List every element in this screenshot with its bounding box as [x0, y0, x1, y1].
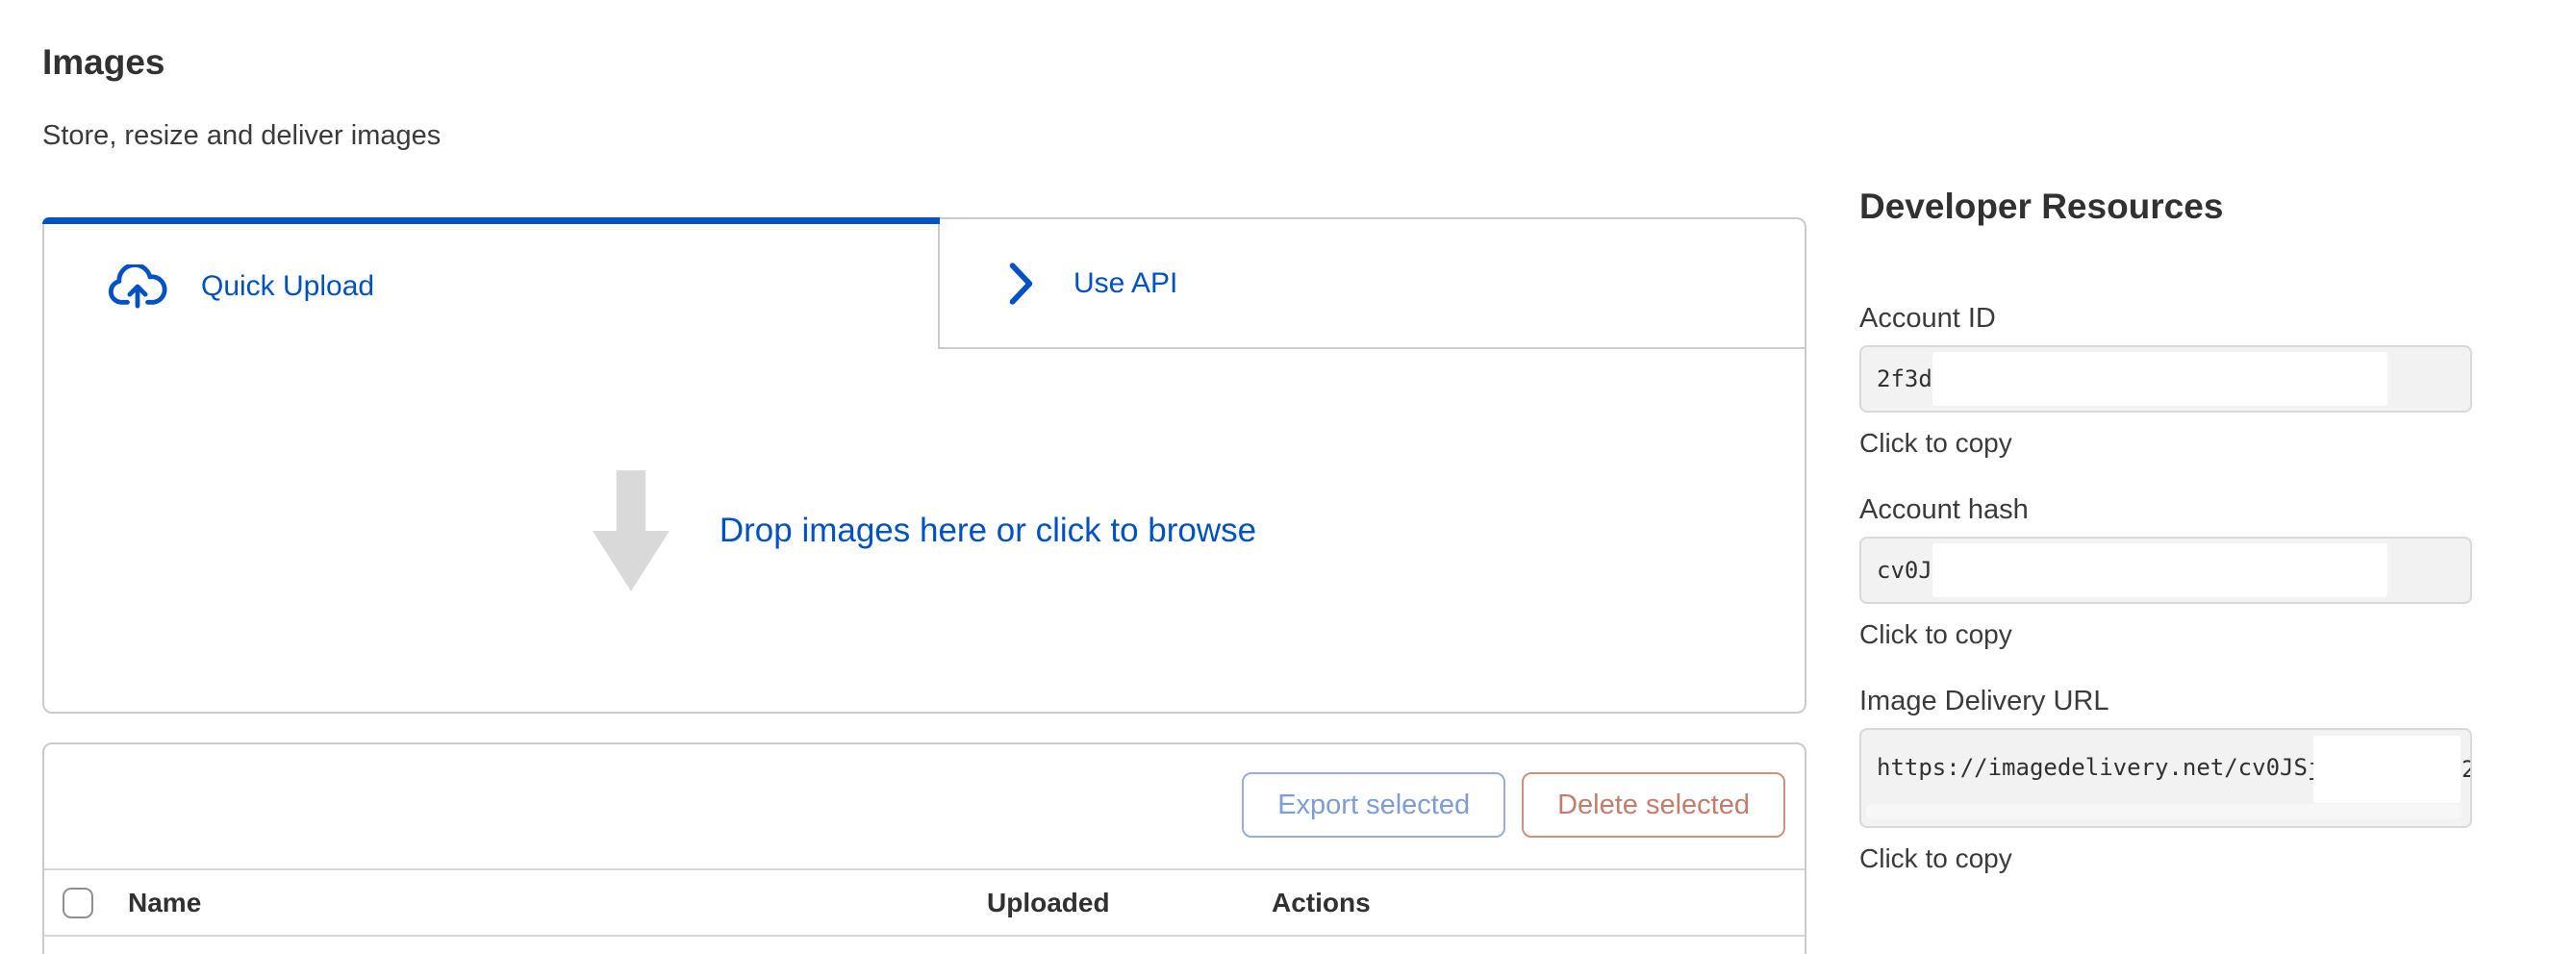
copy-hint: Click to copy	[1859, 843, 2472, 874]
account-hash-label: Account hash	[1859, 493, 2472, 526]
horizontal-scrollbar[interactable]	[1866, 804, 2462, 819]
redaction-overlay	[1932, 352, 2387, 406]
bulk-actions-row: Export selected Delete selected	[44, 744, 1805, 870]
developer-resources-panel: Developer Resources Account ID 2f3d Clic…	[1859, 0, 2472, 954]
redaction-overlay	[1932, 543, 2387, 597]
account-hash-value: cv0J	[1877, 557, 1932, 584]
tab-use-api[interactable]: Use API	[938, 219, 1805, 349]
drop-zone-label: Drop images here or click to browse	[720, 512, 1256, 550]
copy-hint: Click to copy	[1859, 428, 2472, 459]
image-delivery-url-field[interactable]: https://imagedelivery.net/cv0JSj 2	[1859, 728, 2472, 828]
column-header-actions: Actions	[1272, 888, 1371, 918]
upload-tabs: Quick Upload Use API	[44, 219, 1805, 349]
chevron-right-icon	[1008, 261, 1035, 307]
copy-hint: Click to copy	[1859, 619, 2472, 650]
account-id-field[interactable]: 2f3d	[1859, 345, 2472, 413]
resource-account-hash: Account hash cv0J Click to copy	[1859, 493, 2472, 650]
image-delivery-url-label: Image Delivery URL	[1859, 685, 2472, 717]
developer-resources-title: Developer Resources	[1859, 185, 2472, 229]
account-id-value: 2f3d	[1877, 365, 1932, 392]
image-table-header: Name Uploaded Actions	[44, 870, 1805, 937]
export-selected-button[interactable]: Export selected	[1242, 772, 1505, 838]
image-drop-zone[interactable]: Drop images here or click to browse	[44, 349, 1805, 712]
column-header-name: Name	[128, 888, 201, 918]
upload-panel: Quick Upload Use API Drop images here or…	[42, 217, 1806, 714]
image-delivery-url-value: https://imagedelivery.net/cv0JSj	[1877, 754, 2321, 781]
redaction-overlay	[2313, 736, 2461, 803]
account-hash-field[interactable]: cv0J	[1859, 537, 2472, 604]
tab-use-api-label: Use API	[1073, 267, 1177, 300]
delete-selected-button[interactable]: Delete selected	[1522, 772, 1785, 838]
column-header-uploaded: Uploaded	[987, 888, 1110, 918]
cloud-upload-icon	[108, 264, 167, 309]
main-content: Images Store, resize and deliver images …	[42, 0, 1806, 954]
arrow-down-icon	[593, 469, 669, 592]
active-tab-accent-bar	[42, 217, 940, 224]
tab-quick-upload-label: Quick Upload	[201, 270, 374, 303]
redacted-tail-character: 2	[2462, 736, 2470, 803]
tab-quick-upload[interactable]: Quick Upload	[44, 219, 938, 349]
select-all-checkbox[interactable]	[63, 888, 93, 918]
resource-image-delivery-url: Image Delivery URL https://imagedelivery…	[1859, 685, 2472, 874]
page-title: Images	[42, 40, 1806, 85]
page-subtitle: Store, resize and deliver images	[42, 119, 1806, 152]
resource-account-id: Account ID 2f3d Click to copy	[1859, 302, 2472, 459]
image-list-panel: Export selected Delete selected Name Upl…	[42, 742, 1806, 954]
account-id-label: Account ID	[1859, 302, 2472, 335]
